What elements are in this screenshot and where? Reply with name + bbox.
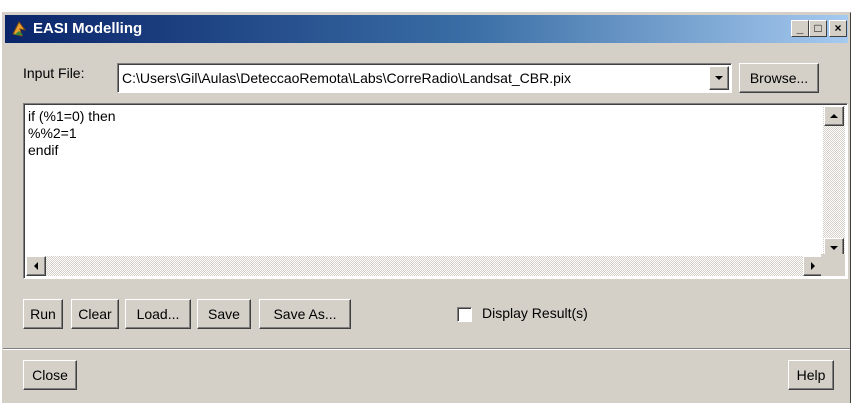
scroll-right-icon [811, 262, 815, 270]
scroll-right-button[interactable] [803, 256, 823, 276]
maximize-button[interactable]: □ [809, 20, 827, 37]
window-title: EASI Modelling [33, 20, 143, 37]
dropdown-arrow-icon [715, 76, 723, 80]
vertical-scrollbar[interactable] [823, 106, 845, 258]
close-button[interactable]: Close [23, 360, 77, 390]
scroll-up-button[interactable] [824, 106, 844, 126]
scroll-left-icon [34, 262, 38, 270]
scroll-down-icon [830, 246, 838, 250]
input-file-combo[interactable]: C:\Users\Gil\Aulas\DeteccaoRemota\Labs\C… [117, 63, 732, 93]
save-as-button[interactable]: Save As... [259, 299, 351, 329]
model-script-text[interactable]: if (%1=0) then %%2=1 endif [28, 108, 116, 159]
help-button[interactable]: Help [788, 360, 834, 390]
input-file-value: C:\Users\Gil\Aulas\DeteccaoRemota\Labs\C… [122, 70, 571, 86]
display-result-label[interactable]: Display Result(s) [482, 305, 588, 321]
input-file-label: Input File: [23, 65, 85, 81]
model-editor[interactable]: if (%1=0) then %%2=1 endif [23, 103, 848, 279]
display-result-checkbox[interactable] [457, 307, 472, 322]
title-bar[interactable]: EASI Modelling _ □ × [5, 15, 848, 43]
load-button[interactable]: Load... [125, 299, 191, 329]
scroll-left-button[interactable] [26, 256, 46, 276]
input-file-dropdown-button[interactable] [709, 66, 729, 90]
save-button[interactable]: Save [197, 299, 251, 329]
browse-button[interactable]: Browse... [739, 63, 819, 93]
scrollbar-corner [821, 254, 845, 276]
close-window-button[interactable]: × [829, 20, 847, 37]
close-icon: × [834, 21, 842, 35]
easi-modelling-window: EASI Modelling _ □ × Input File: C:\User… [2, 12, 851, 403]
run-button[interactable]: Run [23, 299, 63, 329]
horizontal-scrollbar[interactable] [26, 256, 823, 276]
minimize-icon: _ [796, 21, 804, 35]
minimize-button[interactable]: _ [791, 20, 809, 37]
clear-button[interactable]: Clear [71, 299, 119, 329]
footer-separator [3, 348, 850, 350]
app-icon [12, 21, 27, 37]
scroll-up-icon [830, 114, 838, 118]
maximize-icon: □ [814, 21, 822, 35]
